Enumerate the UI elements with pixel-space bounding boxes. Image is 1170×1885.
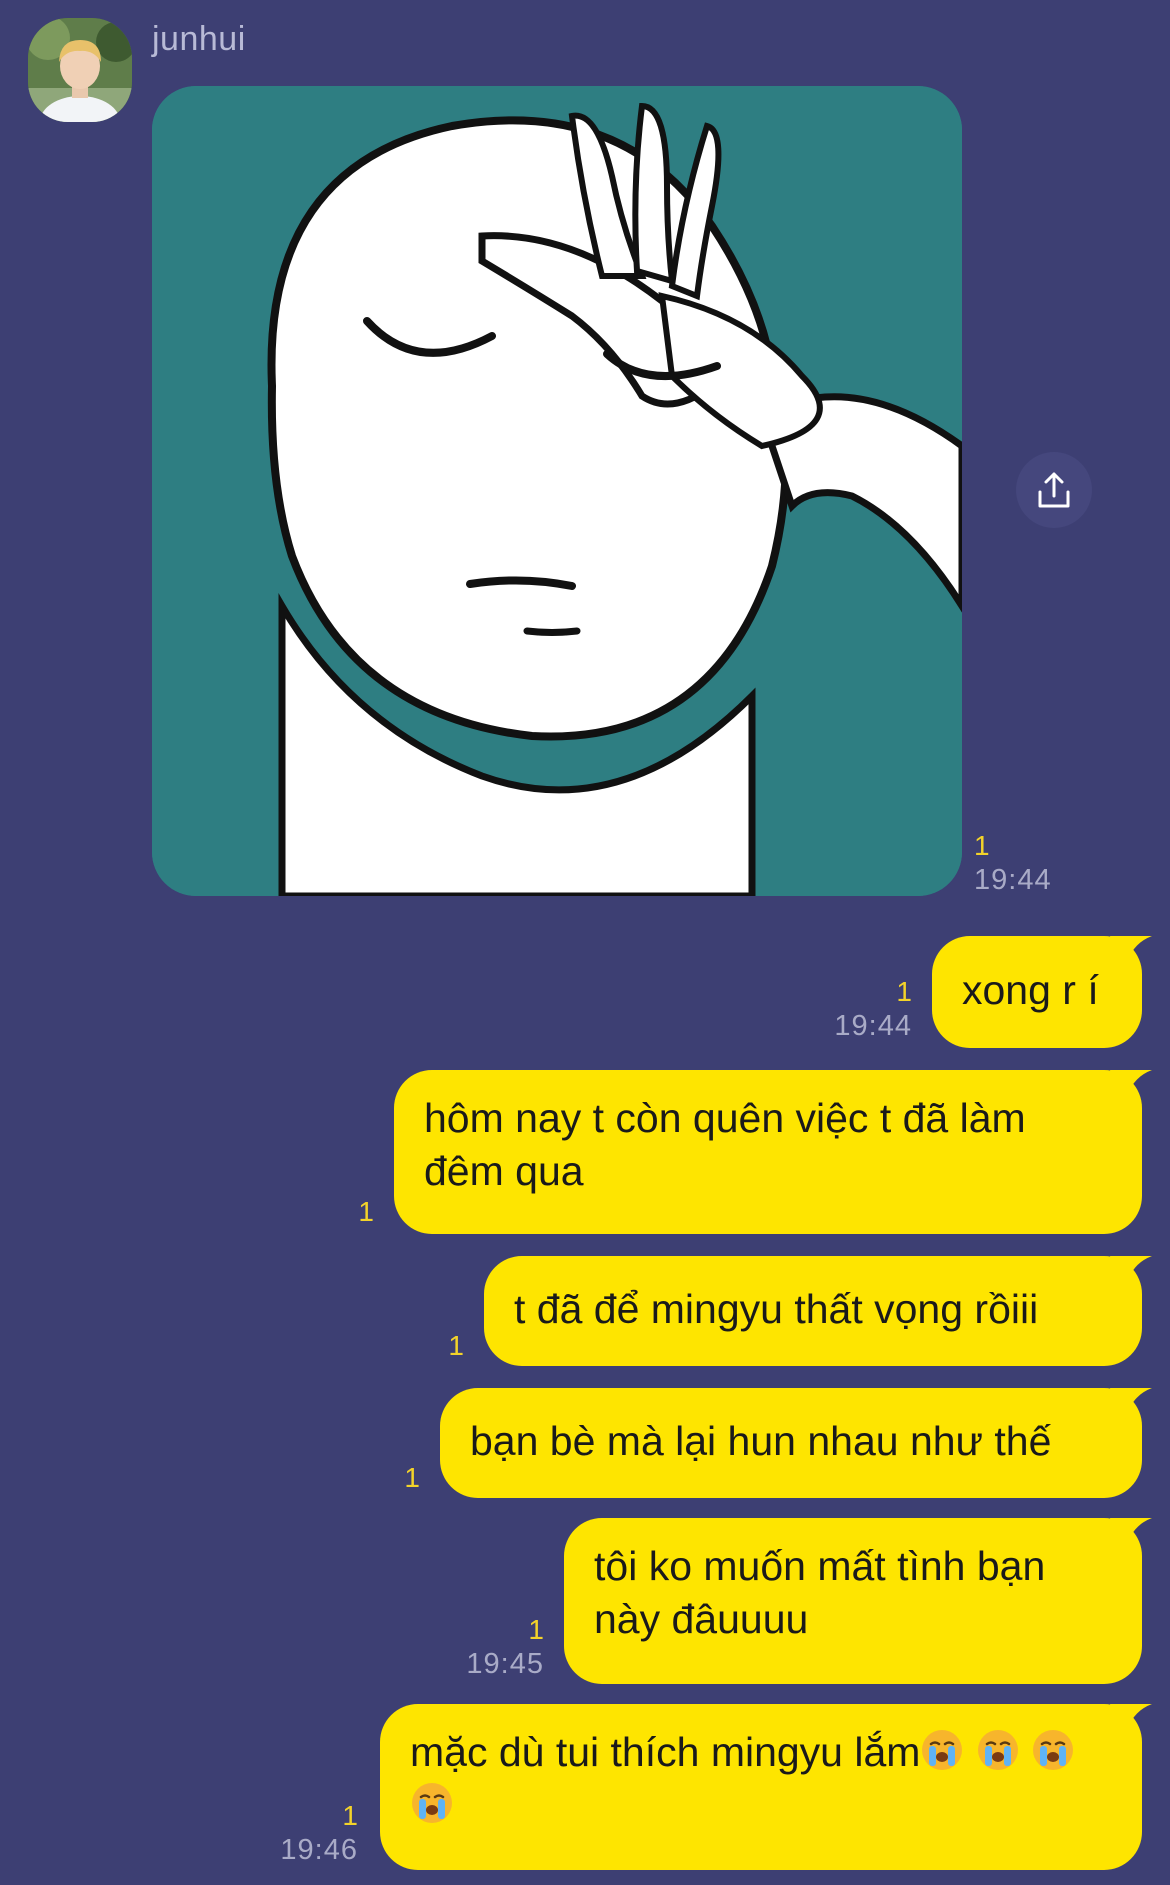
bubble-tail <box>1110 1518 1152 1554</box>
timestamp: 19:44 <box>834 1010 912 1042</box>
bubble-tail <box>1110 1704 1152 1740</box>
image-message[interactable] <box>152 86 962 896</box>
facepalm-sticker-image <box>152 86 962 896</box>
read-count: 1 <box>528 1614 544 1645</box>
message-meta: 1 <box>448 1332 464 1366</box>
message-text: bạn bè mà lại hun nhau như thế <box>470 1418 1052 1464</box>
message-bubble[interactable]: t đã để mingyu thất vọng rồiii <box>484 1256 1152 1366</box>
read-count: 1 <box>342 1800 358 1831</box>
bubble-tail <box>1110 1388 1152 1424</box>
message-bubble[interactable]: mặc dù tui thích mingyu lắm <box>380 1704 1152 1870</box>
crying-face-icon <box>412 1783 452 1823</box>
message-meta: 1 19:45 <box>466 1616 544 1679</box>
share-button[interactable] <box>1016 452 1092 528</box>
message-text: tôi ko muốn mất tình bạn này đâuuuu <box>594 1543 1046 1642</box>
message-bubble[interactable]: hôm nay t còn quên việc t đã làm đêm qua <box>394 1070 1152 1234</box>
image-message-meta: 1 19:44 <box>974 832 1052 895</box>
message-text: hôm nay t còn quên việc t đã làm đêm qua <box>424 1095 1026 1194</box>
message-meta: 1 19:46 <box>280 1802 358 1865</box>
timestamp: 19:44 <box>974 864 1052 896</box>
crying-face-icon <box>977 1730 1018 1770</box>
message-meta: 1 <box>404 1464 420 1498</box>
share-icon <box>1038 472 1070 508</box>
message-meta: 1 19:44 <box>834 978 912 1041</box>
message-bubble[interactable]: xong r í <box>932 936 1152 1048</box>
message-bubble[interactable]: bạn bè mà lại hun nhau như thế <box>440 1388 1152 1498</box>
crying-face-icon <box>1033 1730 1074 1770</box>
read-count: 1 <box>974 830 990 861</box>
timestamp: 19:45 <box>466 1648 544 1680</box>
message-text: t đã để mingyu thất vọng rồiii <box>514 1286 1039 1332</box>
read-count: 1 <box>358 1196 374 1227</box>
timestamp: 19:46 <box>280 1834 358 1866</box>
message-text: mặc dù tui thích mingyu lắm <box>410 1729 921 1775</box>
crying-face-icon <box>922 1730 963 1770</box>
read-count: 1 <box>404 1462 420 1493</box>
read-count: 1 <box>896 976 912 1007</box>
bubble-tail <box>1110 936 1152 972</box>
bubble-tail <box>1110 1070 1152 1106</box>
sender-name: junhui <box>152 20 246 58</box>
bubble-tail <box>1110 1256 1152 1292</box>
message-bubble[interactable]: tôi ko muốn mất tình bạn này đâuuuu <box>564 1518 1152 1684</box>
avatar-photo <box>28 18 132 122</box>
read-count: 1 <box>448 1330 464 1361</box>
sender-avatar[interactable] <box>28 18 132 122</box>
message-meta: 1 <box>358 1198 374 1232</box>
message-text: xong r í <box>962 967 1099 1013</box>
